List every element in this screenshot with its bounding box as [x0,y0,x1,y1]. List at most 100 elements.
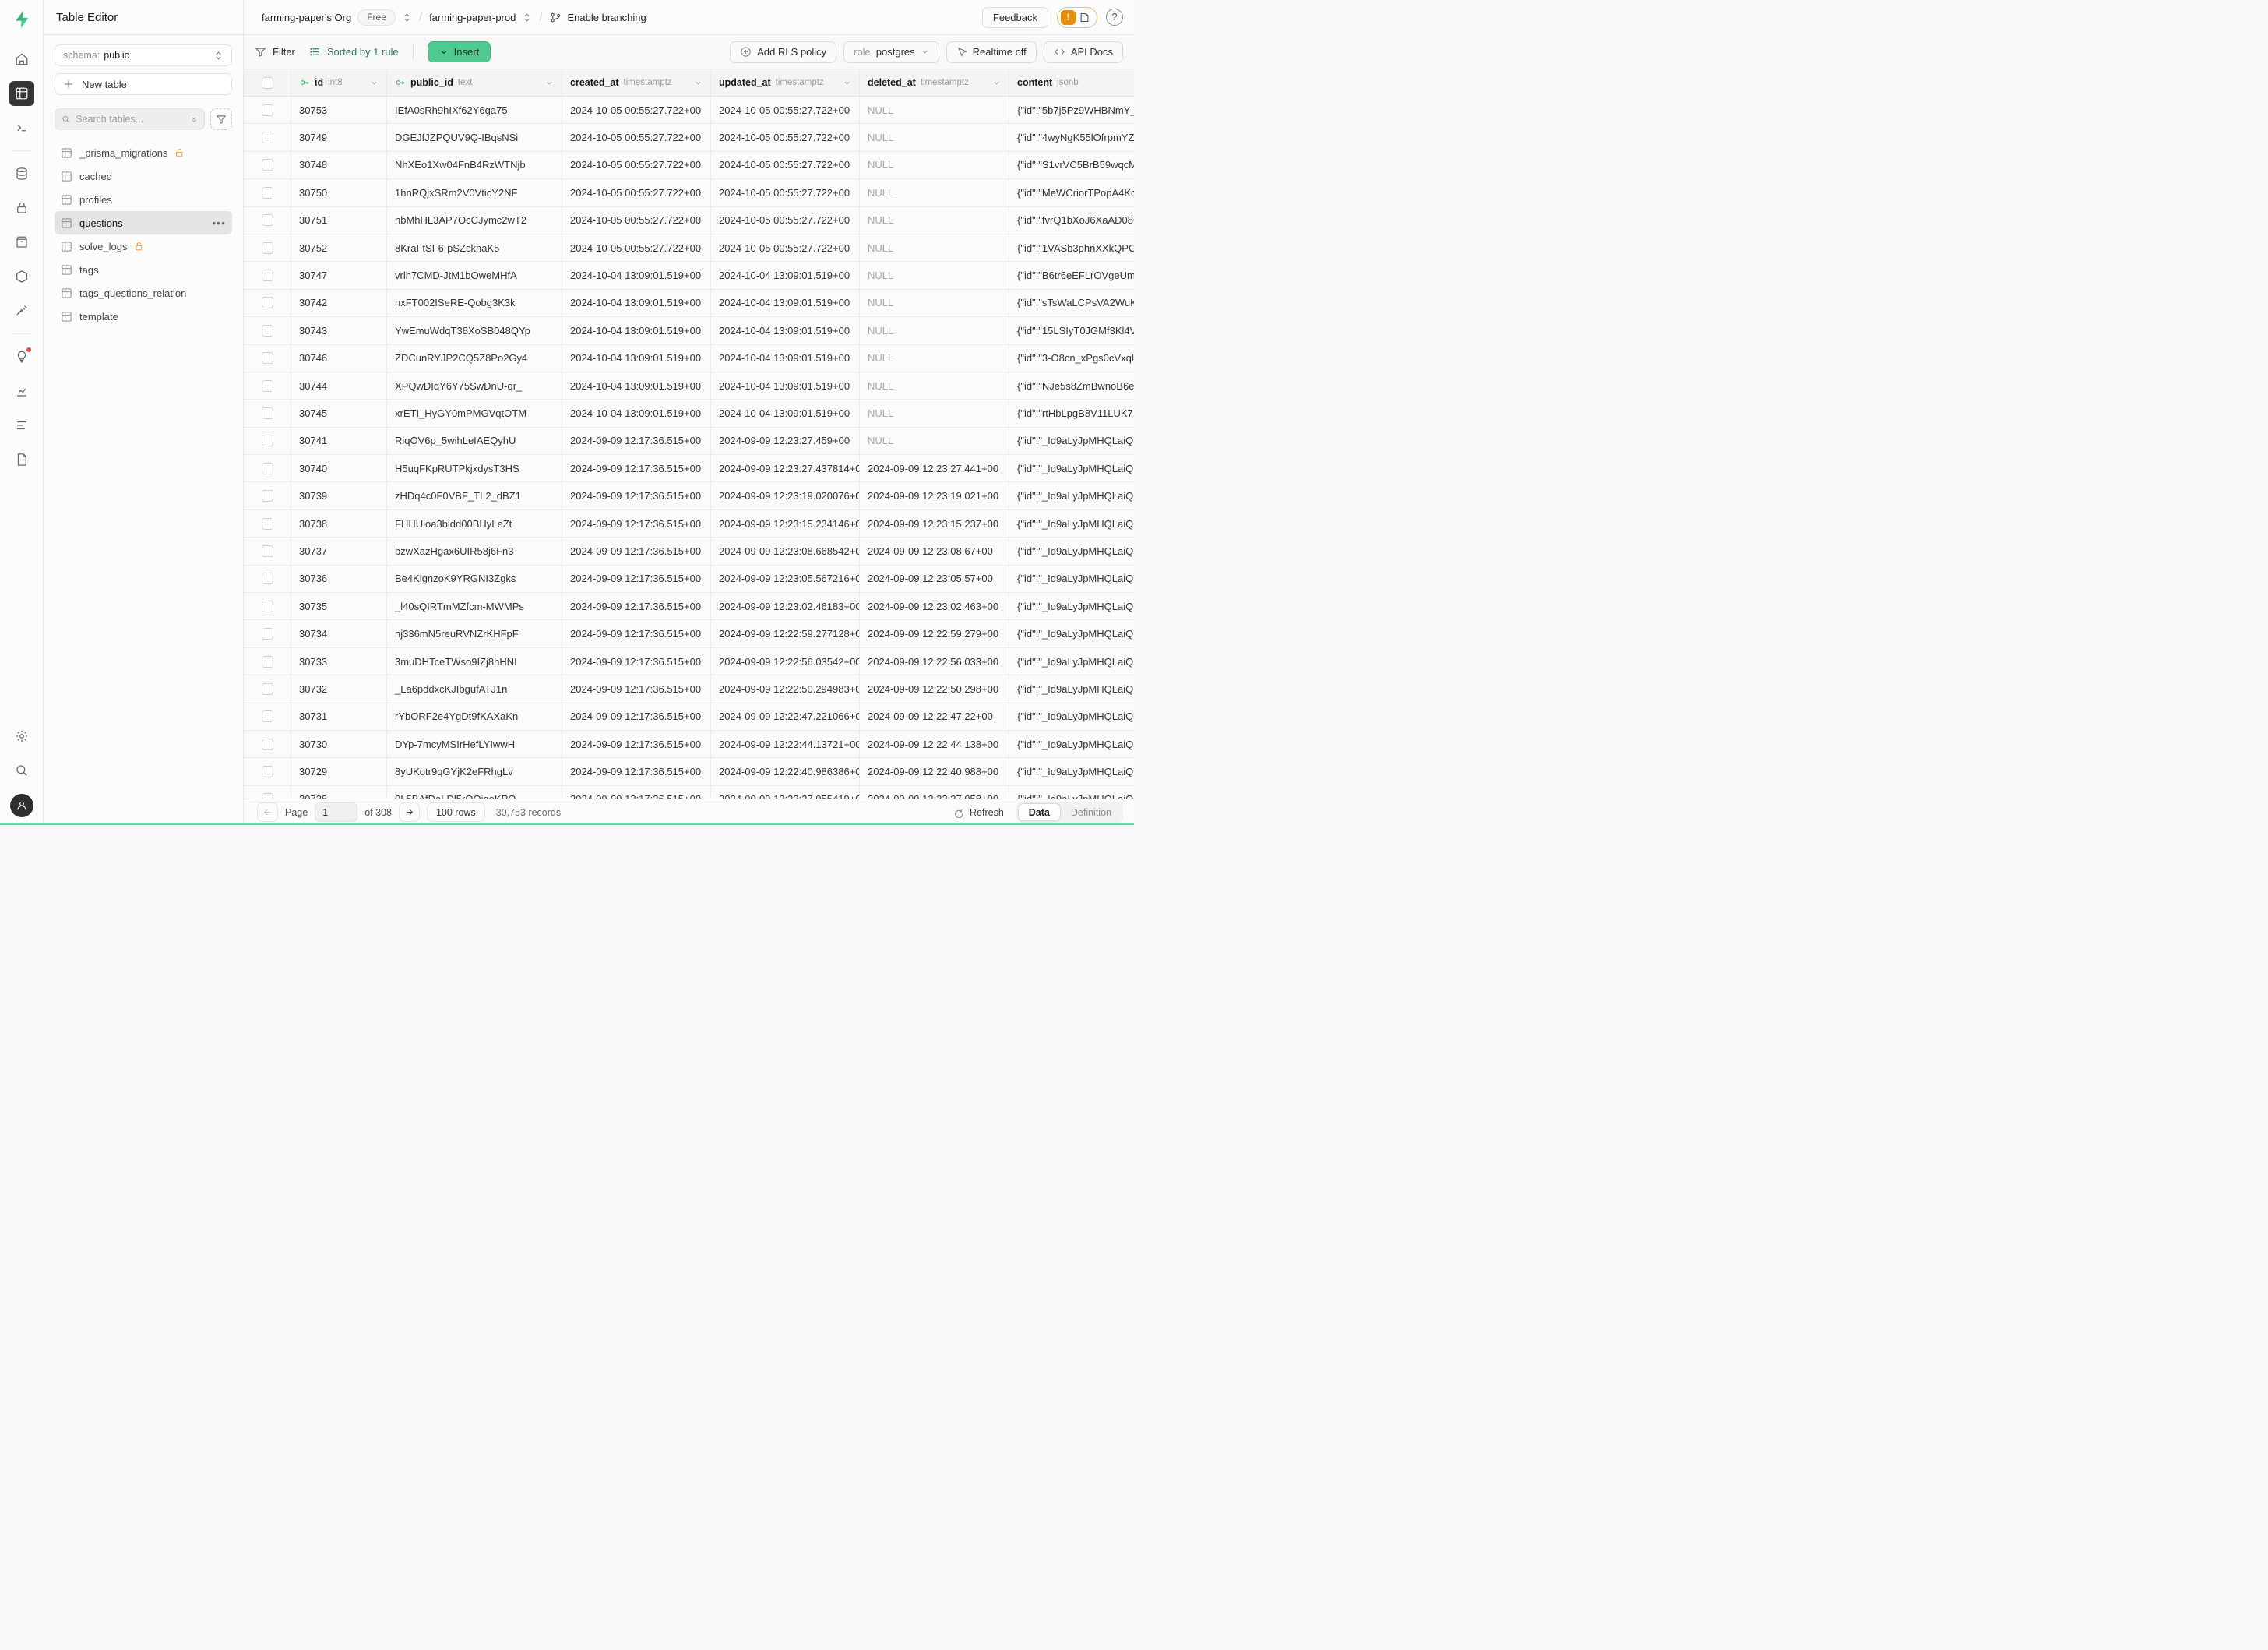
cell-updated-at[interactable]: 2024-10-04 13:09:01.519+00 [711,262,860,288]
double-chevron-down-icon[interactable] [190,115,198,125]
cell-id[interactable]: 30732 [291,675,387,702]
cell-created-at[interactable]: 2024-10-04 13:09:01.519+00 [562,262,711,288]
cell-updated-at[interactable]: 2024-10-04 13:09:01.519+00 [711,345,860,372]
cell-created-at[interactable]: 2024-09-09 12:17:36.515+00 [562,620,711,647]
cell-id[interactable]: 30743 [291,317,387,344]
cell-updated-at[interactable]: 2024-10-05 00:55:27.722+00 [711,152,860,178]
cell-content[interactable]: {"id":"_Id9aLyJpMHQLaiQC [1009,620,1134,647]
cell-updated-at[interactable]: 2024-09-09 12:22:56.03542+00 [711,648,860,675]
column-header-public-id[interactable]: public_idtext [387,69,562,96]
row-checkbox[interactable] [262,325,273,337]
nav-logs-icon[interactable] [9,413,34,438]
cell-public-id[interactable]: H5uqFKpRUTPkjxdysT3HS [387,455,562,481]
cell-updated-at[interactable]: 2024-09-09 12:22:59.277128+00 [711,620,860,647]
cell-deleted-at[interactable]: 2024-09-09 12:23:15.237+00 [860,510,1009,537]
cell-updated-at[interactable]: 2024-09-09 12:23:19.020076+00 [711,482,860,509]
cell-content[interactable]: {"id":"B6tr6eEFLrOVgeUmH [1009,262,1134,288]
cell-id[interactable]: 30735 [291,593,387,619]
cell-created-at[interactable]: 2024-09-09 12:17:36.515+00 [562,593,711,619]
cell-created-at[interactable]: 2024-09-09 12:17:36.515+00 [562,703,711,730]
cell-id[interactable]: 30736 [291,566,387,592]
cell-deleted-at[interactable]: NULL [860,317,1009,344]
cell-content[interactable]: {"id":"_Id9aLyJpMHQLaiQC [1009,538,1134,564]
nav-realtime-icon[interactable] [9,298,34,323]
table-filter-button[interactable] [210,108,232,130]
row-checkbox[interactable] [262,270,273,281]
row-checkbox[interactable] [262,656,273,668]
chevron-down-icon[interactable] [992,79,1001,87]
cell-id[interactable]: 30738 [291,510,387,537]
nav-edge-functions-icon[interactable] [9,264,34,289]
cell-updated-at[interactable]: 2024-09-09 12:23:27.459+00 [711,428,860,454]
cell-id[interactable]: 30751 [291,207,387,234]
cell-content[interactable]: {"id":"_Id9aLyJpMHQLaiQC [1009,703,1134,730]
org-selector[interactable]: farming-paper's Org Free [262,9,412,26]
cell-content[interactable]: {"id":"_Id9aLyJpMHQLaiQC [1009,593,1134,619]
cell-updated-at[interactable]: 2024-10-05 00:55:27.722+00 [711,124,860,150]
cell-public-id[interactable]: nxFT002ISeRE-Qobg3K3k [387,290,562,316]
cell-id[interactable]: 30750 [291,179,387,206]
cell-public-id[interactable]: XPQwDIqY6Y75SwDnU-qr_ [387,372,562,399]
cell-created-at[interactable]: 2024-09-09 12:17:36.515+00 [562,675,711,702]
warnings-pill-button[interactable]: ! [1057,7,1097,28]
cell-content[interactable]: {"id":"15LSIyT0JGMf3Kl4Vn [1009,317,1134,344]
cell-created-at[interactable]: 2024-09-09 12:17:36.515+00 [562,455,711,481]
row-checkbox[interactable] [262,573,273,584]
row-checkbox[interactable] [262,407,273,419]
cell-updated-at[interactable]: 2024-09-09 12:23:27.437814+00 [711,455,860,481]
cell-public-id[interactable]: nbMhHL3AP7OcCJymc2wT2 [387,207,562,234]
cell-updated-at[interactable]: 2024-09-09 12:23:08.668542+00 [711,538,860,564]
chevron-down-icon[interactable] [843,79,851,87]
cell-public-id[interactable]: IEfA0sRh9hIXf62Y6ga75 [387,97,562,123]
row-checkbox[interactable] [262,297,273,308]
cell-deleted-at[interactable]: 2024-09-09 12:23:19.021+00 [860,482,1009,509]
cell-updated-at[interactable]: 2024-10-04 13:09:01.519+00 [711,290,860,316]
cell-deleted-at[interactable]: 2024-09-09 12:22:50.298+00 [860,675,1009,702]
column-header-updated-at[interactable]: updated_attimestamptz [711,69,860,96]
enable-branching-button[interactable]: Enable branching [550,12,646,23]
cell-deleted-at[interactable]: 2024-09-09 12:22:56.033+00 [860,648,1009,675]
row-checkbox[interactable] [262,601,273,612]
cell-created-at[interactable]: 2024-10-04 13:09:01.519+00 [562,372,711,399]
cell-content[interactable]: {"id":"sTsWaLCPsVA2WuK2 [1009,290,1134,316]
add-rls-policy-button[interactable]: Add RLS policy [730,41,836,63]
cell-updated-at[interactable]: 2024-10-05 00:55:27.722+00 [711,234,860,261]
cell-deleted-at[interactable]: 2024-09-09 12:23:27.441+00 [860,455,1009,481]
tab-definition[interactable]: Definition [1061,804,1122,820]
row-checkbox[interactable] [262,683,273,695]
cell-deleted-at[interactable]: NULL [860,428,1009,454]
row-checkbox[interactable] [262,739,273,750]
nav-reports-icon[interactable] [9,379,34,404]
cell-public-id[interactable]: xrETI_HyGY0mPMGVqtOTM [387,400,562,426]
cell-created-at[interactable]: 2024-09-09 12:17:36.515+00 [562,648,711,675]
row-checkbox[interactable] [262,435,273,446]
cell-id[interactable]: 30729 [291,758,387,784]
cell-id[interactable]: 30741 [291,428,387,454]
rows-per-page-button[interactable]: 100 rows [427,802,485,822]
cell-deleted-at[interactable]: NULL [860,290,1009,316]
supabase-logo-icon[interactable] [10,8,33,31]
cell-deleted-at[interactable]: NULL [860,152,1009,178]
cell-updated-at[interactable]: 2024-09-09 12:22:40.986386+00 [711,758,860,784]
cell-deleted-at[interactable]: NULL [860,262,1009,288]
cell-deleted-at[interactable]: NULL [860,179,1009,206]
cell-public-id[interactable]: 8yUKotr9qGYjK2eFRhgLv [387,758,562,784]
cell-updated-at[interactable]: 2024-09-09 12:22:50.294983+00 [711,675,860,702]
cell-content[interactable]: {"id":"_Id9aLyJpMHQLaiQC [1009,758,1134,784]
nav-table-editor-icon[interactable] [9,81,34,106]
nav-auth-icon[interactable] [9,196,34,220]
cell-created-at[interactable]: 2024-10-04 13:09:01.519+00 [562,400,711,426]
cell-id[interactable]: 30733 [291,648,387,675]
cell-public-id[interactable]: Be4KignzoK9YRGNI3Zgks [387,566,562,592]
cell-id[interactable]: 30744 [291,372,387,399]
cell-created-at[interactable]: 2024-10-05 00:55:27.722+00 [562,179,711,206]
cell-created-at[interactable]: 2024-09-09 12:17:36.515+00 [562,428,711,454]
cell-updated-at[interactable]: 2024-09-09 12:23:02.46183+00 [711,593,860,619]
sidebar-table-item[interactable]: questions ••• [55,211,232,234]
cell-public-id[interactable]: zHDq4c0F0VBF_TL2_dBZ1 [387,482,562,509]
row-checkbox[interactable] [262,242,273,254]
chevron-down-icon[interactable] [370,79,379,87]
cell-id[interactable]: 30742 [291,290,387,316]
help-button[interactable]: ? [1106,9,1123,26]
next-page-button[interactable] [399,802,420,822]
